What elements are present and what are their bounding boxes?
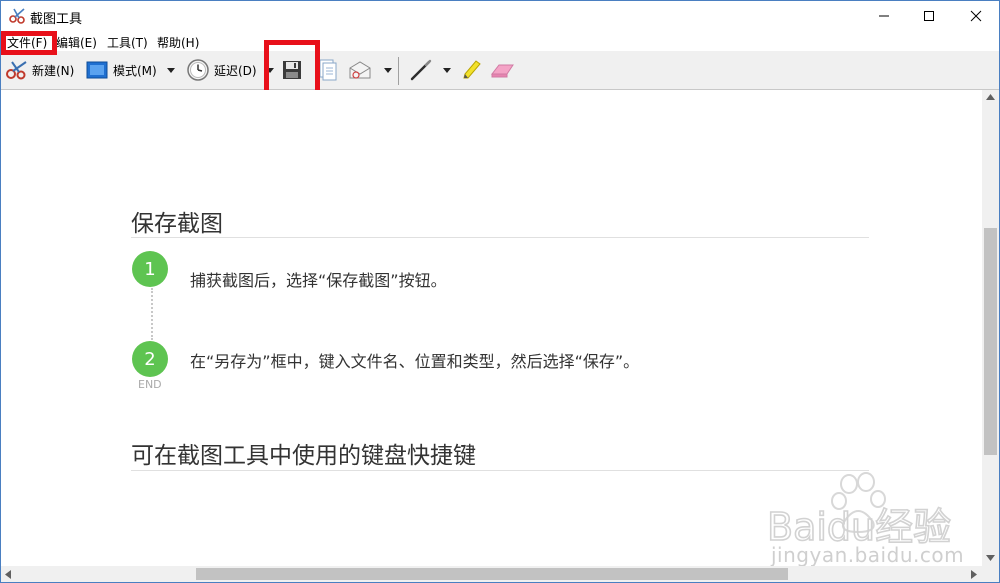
highlighter-icon [463,60,481,79]
vertical-scrollbar[interactable] [982,90,999,566]
mode-button-label: 模式(M) [113,63,157,78]
watermark-url: jingyan.baidu.com [771,543,965,566]
step-number: 2 [132,341,168,377]
maximize-button[interactable] [906,1,952,31]
scissors-icon [6,61,27,80]
save-button-highlight [264,40,320,96]
menu-bar: 文件(F) 编辑(E) 工具(T) 帮助(H) [1,32,999,51]
vertical-scroll-thumb[interactable] [984,228,997,455]
snip-canvas: 保存截图 1 捕获截图后，选择“保存截图”按钮。 2 在“另存为”框中，键入文件… [1,90,982,566]
scrollbar-corner [982,566,999,582]
new-button-label: 新建(N) [32,63,75,78]
highlighter-button[interactable] [460,57,484,83]
copy-icon [319,59,337,81]
step-text: 在“另存为”框中，键入文件名、位置和类型，然后选择“保存”。 [190,352,640,371]
minimize-icon [879,15,889,17]
close-icon [970,10,982,22]
menu-help[interactable]: 帮助(H) [157,34,199,51]
chevron-down-icon [384,67,392,73]
heading-save-snip: 保存截图 [131,211,223,237]
maximize-icon [924,11,934,21]
snipping-tool-window: 截图工具 文件(F) 编辑(E) 工具(T) 帮助(H) 新建(N) 模式(M)… [0,0,1000,583]
rectangle-snip-icon [86,61,108,79]
menu-tools[interactable]: 工具(T) [107,34,148,51]
mode-button[interactable]: 模式(M) [86,57,157,83]
step-text: 捕获截图后，选择“保存截图”按钮。 [190,271,447,290]
step-connector [151,288,153,340]
clock-icon [187,59,209,81]
chevron-down-icon [443,67,451,73]
window-title: 截图工具 [30,12,83,27]
chevron-down-icon [167,67,175,73]
mode-dropdown[interactable] [167,57,175,83]
menu-edit[interactable]: 编辑(E) [56,34,97,51]
pen-button[interactable] [409,57,433,83]
end-label: END [138,378,162,391]
scroll-left-icon [5,570,11,579]
scroll-down-icon [986,555,995,561]
envelope-icon [349,61,371,79]
send-snip-button[interactable] [348,57,372,83]
send-dropdown[interactable] [384,57,392,83]
new-button[interactable]: 新建(N) [5,57,74,83]
copy-button[interactable] [319,57,337,83]
heading-keyboard-shortcuts: 可在截图工具中使用的键盘快捷键 [131,443,476,469]
scroll-right-icon [971,570,977,579]
file-menu-highlight [1,31,57,55]
pen-dropdown[interactable] [443,57,451,83]
scissors-app-icon [9,8,25,24]
title-bar: 截图工具 [1,1,999,31]
horizontal-scroll-thumb[interactable] [196,568,788,580]
delay-button[interactable]: 延迟(D) [186,57,257,83]
pen-icon [410,59,432,81]
toolbar: 新建(N) 模式(M) 延迟(D) [1,51,999,90]
minimize-button[interactable] [861,1,907,31]
eraser-button[interactable] [489,57,515,83]
toolbar-separator [398,57,399,85]
heading-divider [131,237,869,238]
delay-button-label: 延迟(D) [214,63,257,78]
step-number: 1 [132,251,168,287]
horizontal-scrollbar[interactable] [1,566,982,582]
close-button[interactable] [953,1,999,31]
eraser-icon [490,64,514,78]
scroll-up-icon [986,94,995,100]
